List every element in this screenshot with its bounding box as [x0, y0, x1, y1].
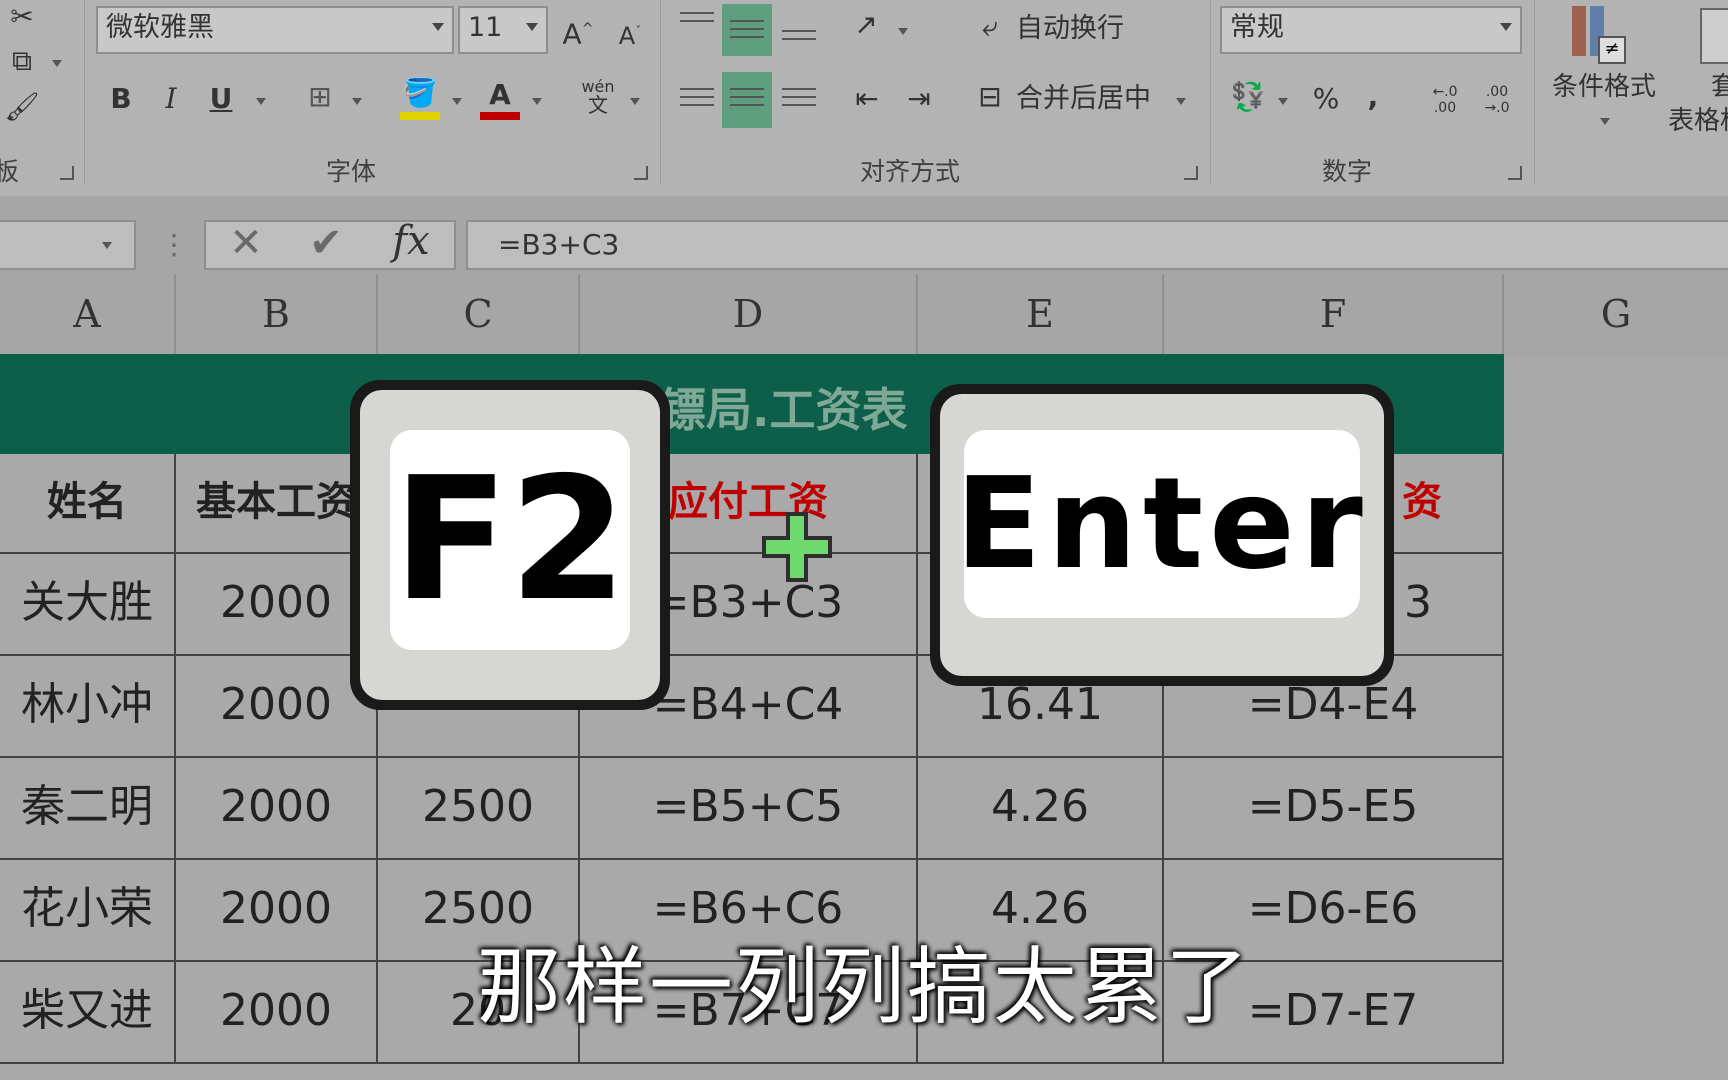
orientation-dropdown-icon[interactable] [898, 28, 908, 35]
comma-button[interactable]: , [1358, 80, 1388, 114]
table-format-icon[interactable] [1700, 8, 1728, 64]
video-subtitle: 那样一列列搞太累了 [476, 938, 1251, 1036]
align-bottom-icon[interactable] [782, 30, 816, 46]
clipboard-launcher[interactable] [60, 166, 74, 180]
column-header-d[interactable]: D [580, 274, 918, 354]
insert-function-button[interactable]: fx [386, 221, 436, 261]
cell-d5[interactable]: =B5+C5 [580, 758, 918, 860]
fill-color-icon[interactable]: 🪣 [400, 76, 440, 110]
column-header-e[interactable]: E [918, 274, 1164, 354]
key-enter-label: Enter [955, 450, 1369, 597]
alignment-launcher[interactable] [1184, 166, 1198, 180]
font-launcher[interactable] [634, 166, 648, 180]
copy-icon[interactable]: ⧉ [2, 44, 42, 78]
font-size-select[interactable]: 11 [458, 6, 548, 54]
column-headers: A B C D E F G [0, 274, 1728, 354]
group-label-font: 字体 [326, 157, 377, 186]
sheet-title: 镖局.工资表 [660, 383, 908, 437]
font-name-select[interactable]: 微软雅黑 [96, 6, 454, 54]
border-dropdown-icon[interactable] [352, 98, 362, 105]
align-center-button[interactable] [722, 72, 772, 128]
cell-cursor-plus-icon [762, 512, 832, 582]
percent-button[interactable]: % [1306, 82, 1346, 116]
conditional-format-icon[interactable]: ≠ [1568, 2, 1626, 64]
align-top-icon[interactable] [680, 12, 714, 28]
cell-f5[interactable]: =D5-E5 [1164, 758, 1504, 860]
font-name-value: 微软雅黑 [106, 12, 214, 43]
formula-input[interactable]: =B3+C3 [466, 220, 1728, 270]
table-format-partial[interactable]: 套 [1704, 70, 1728, 104]
italic-button[interactable]: I [154, 82, 188, 116]
number-format-value: 常规 [1230, 12, 1284, 43]
cell-e5[interactable]: 4.26 [918, 758, 1164, 860]
merge-center-button[interactable]: 合并后居中 [1016, 82, 1151, 116]
align-right-icon[interactable] [782, 88, 816, 112]
group-label-alignment: 对齐方式 [860, 157, 961, 186]
name-box[interactable] [0, 220, 136, 270]
underline-button[interactable]: U [204, 82, 238, 116]
formula-actions: ✕ ✔ fx [204, 220, 456, 270]
key-f2-label: F2 [392, 441, 628, 639]
increase-decimal-button[interactable]: ←.0 .00 [1420, 84, 1470, 116]
key-f2-overlay: F2 [350, 380, 670, 710]
underline-dropdown-icon[interactable] [256, 98, 266, 105]
header-cell-name[interactable]: 姓名 [0, 454, 176, 554]
decrease-indent-icon[interactable]: ⇤ [846, 82, 888, 116]
column-header-c[interactable]: C [378, 274, 580, 354]
font-color-bar [480, 112, 520, 120]
column-header-a[interactable]: A [0, 274, 176, 354]
accounting-format-icon[interactable]: 💱 [1226, 80, 1270, 114]
cell-c5[interactable]: 2500 [378, 758, 580, 860]
cell-b4[interactable]: 2000 [176, 656, 378, 758]
formula-bar: ⋮ ✕ ✔ fx =B3+C3 [0, 196, 1728, 274]
cell-b5[interactable]: 2000 [176, 758, 378, 860]
formula-text: =B3+C3 [498, 228, 620, 261]
cell-a5[interactable]: 秦二明 [0, 758, 176, 860]
formula-bar-splitter[interactable]: ⋮ [160, 228, 188, 262]
group-label-clipboard: 板 [0, 157, 20, 186]
wrap-text-button[interactable]: 自动换行 [1016, 12, 1124, 46]
ribbon: ✂ ⧉ 🖌 板 微软雅黑 11 A^ Aˇ B I U ⊞ 🪣 A wén 文 … [0, 0, 1728, 196]
column-header-f[interactable]: F [1164, 274, 1504, 354]
number-launcher[interactable] [1508, 166, 1522, 180]
column-header-b[interactable]: B [176, 274, 378, 354]
border-icon[interactable]: ⊞ [300, 80, 340, 114]
format-painter-icon[interactable]: 🖌 [4, 90, 40, 124]
font-color-button[interactable]: A [480, 78, 520, 112]
cell-a3[interactable]: 关大胜 [0, 554, 176, 656]
number-format-select[interactable]: 常规 [1220, 6, 1522, 54]
cut-icon[interactable]: ✂ [4, 0, 40, 34]
grow-font-button[interactable]: A^ [558, 12, 598, 51]
font-color-dropdown-icon[interactable] [532, 98, 542, 105]
cell-b3[interactable]: 2000 [176, 554, 378, 656]
decrease-decimal-button[interactable]: .00 →.0 [1472, 84, 1522, 116]
accounting-dropdown-icon[interactable] [1278, 98, 1288, 105]
table-format-label[interactable]: 表格格 [1668, 104, 1728, 138]
shrink-font-button[interactable]: Aˇ [610, 14, 650, 53]
align-left-icon[interactable] [680, 88, 714, 112]
conditional-format-button[interactable]: 条件格式 [1544, 70, 1664, 104]
column-header-g[interactable]: G [1504, 274, 1728, 354]
cancel-icon[interactable]: ✕ [224, 223, 268, 263]
wrap-text-icon[interactable]: ⤶ [970, 10, 1010, 44]
group-label-number: 数字 [1322, 157, 1373, 186]
header-cell-base-salary[interactable]: 基本工资 [176, 454, 378, 554]
align-middle-button[interactable] [722, 4, 772, 56]
phonetic-dropdown-icon[interactable] [630, 98, 640, 105]
cell-a4[interactable]: 林小冲 [0, 656, 176, 758]
merge-center-icon[interactable]: ⊟ [970, 80, 1010, 114]
orientation-icon[interactable]: ↗ [846, 8, 886, 42]
phonetic-char: 文 [588, 93, 608, 117]
increase-indent-icon[interactable]: ⇥ [898, 82, 940, 116]
enter-check-icon[interactable]: ✔ [304, 223, 348, 263]
fill-dropdown-icon[interactable] [452, 98, 462, 105]
bold-button[interactable]: B [104, 82, 138, 116]
merge-dropdown-icon[interactable] [1176, 98, 1186, 105]
conditional-format-dropdown-icon[interactable] [1600, 118, 1610, 125]
phonetic-button[interactable]: wén 文 [576, 78, 620, 117]
font-size-value: 11 [468, 12, 503, 43]
key-enter-overlay: Enter [930, 384, 1394, 686]
fill-color-bar [400, 112, 440, 120]
